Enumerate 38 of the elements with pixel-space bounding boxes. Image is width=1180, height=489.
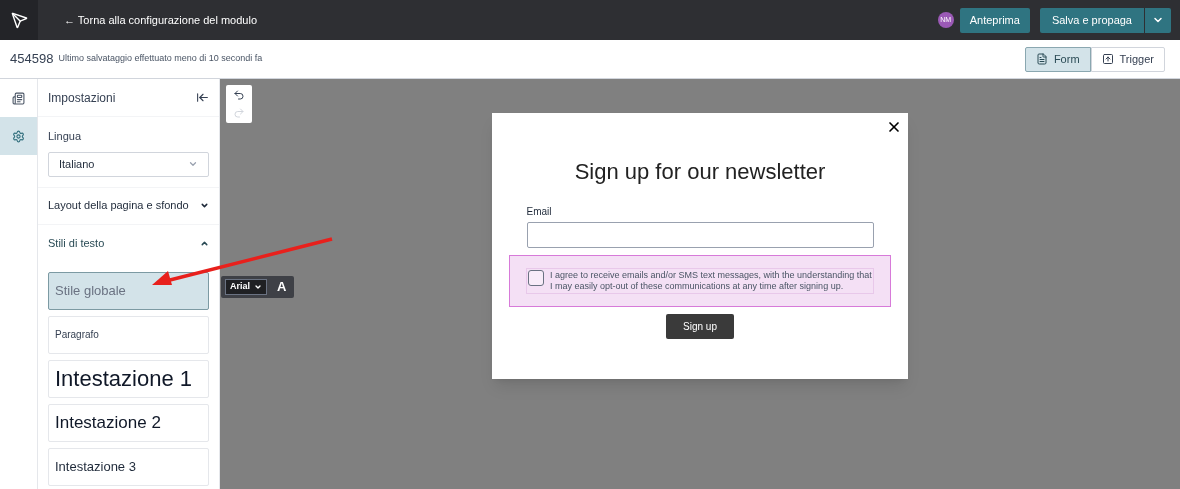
text-style-option[interactable]: Intestazione 1 (48, 359, 209, 398)
save-button[interactable]: Salva e propaga (1039, 7, 1144, 33)
caret-icon (254, 283, 262, 291)
language-select[interactable]: Italiano (48, 151, 209, 177)
document-icon (1035, 53, 1048, 65)
caret-icon (188, 159, 198, 169)
preview-button[interactable]: Anteprima (959, 7, 1030, 33)
section-header[interactable]: Layout della pagina e sfondo (38, 187, 219, 225)
email-field[interactable] (526, 222, 874, 248)
panel-title: Impostazioni (48, 89, 116, 107)
settings-icon (12, 129, 25, 143)
text-style-option[interactable]: Intestazione 3 (48, 447, 209, 486)
text-color-button[interactable]: A (277, 277, 291, 297)
field-label: Lingua (48, 129, 83, 144)
close-icon[interactable] (886, 119, 902, 135)
upload-icon (1101, 53, 1114, 65)
view-tab[interactable]: Trigger (1090, 46, 1165, 72)
save-status: Ultimo salvataggio effettuato meno di 10 secondi fa (58, 52, 263, 66)
consent-checkbox[interactable] (528, 270, 544, 286)
section-header[interactable]: Stili di testo (38, 224, 219, 262)
collapse-icon[interactable] (196, 91, 209, 104)
font-select[interactable]: Arial (225, 279, 267, 295)
newspaper-icon (12, 91, 25, 105)
form-id: 454598 (10, 50, 54, 69)
save-menu-button[interactable] (1145, 7, 1171, 33)
logo-tile[interactable] (0, 0, 38, 40)
back-link[interactable]: ← Torna alla configurazione del modulo (64, 11, 258, 29)
paper-plane-icon (10, 11, 28, 29)
caret-icon (200, 201, 209, 210)
field-label: Email (526, 205, 553, 219)
undo-icon[interactable] (233, 89, 245, 101)
text-style-option[interactable]: Intestazione 2 (48, 403, 209, 442)
signup-button[interactable]: Sign up (666, 314, 734, 339)
consent-text: I agree to receive emails and/or SMS text messages, with the understanding that I may easily opt-out of these communications at any time after signing up. (550, 270, 872, 292)
modal-title: Sign up for our newsletter (574, 158, 826, 186)
text-style-option[interactable]: Stile globale (48, 271, 209, 310)
view-tab[interactable]: Form (1024, 46, 1091, 72)
text-style-option[interactable]: Paragrafo (48, 315, 209, 354)
